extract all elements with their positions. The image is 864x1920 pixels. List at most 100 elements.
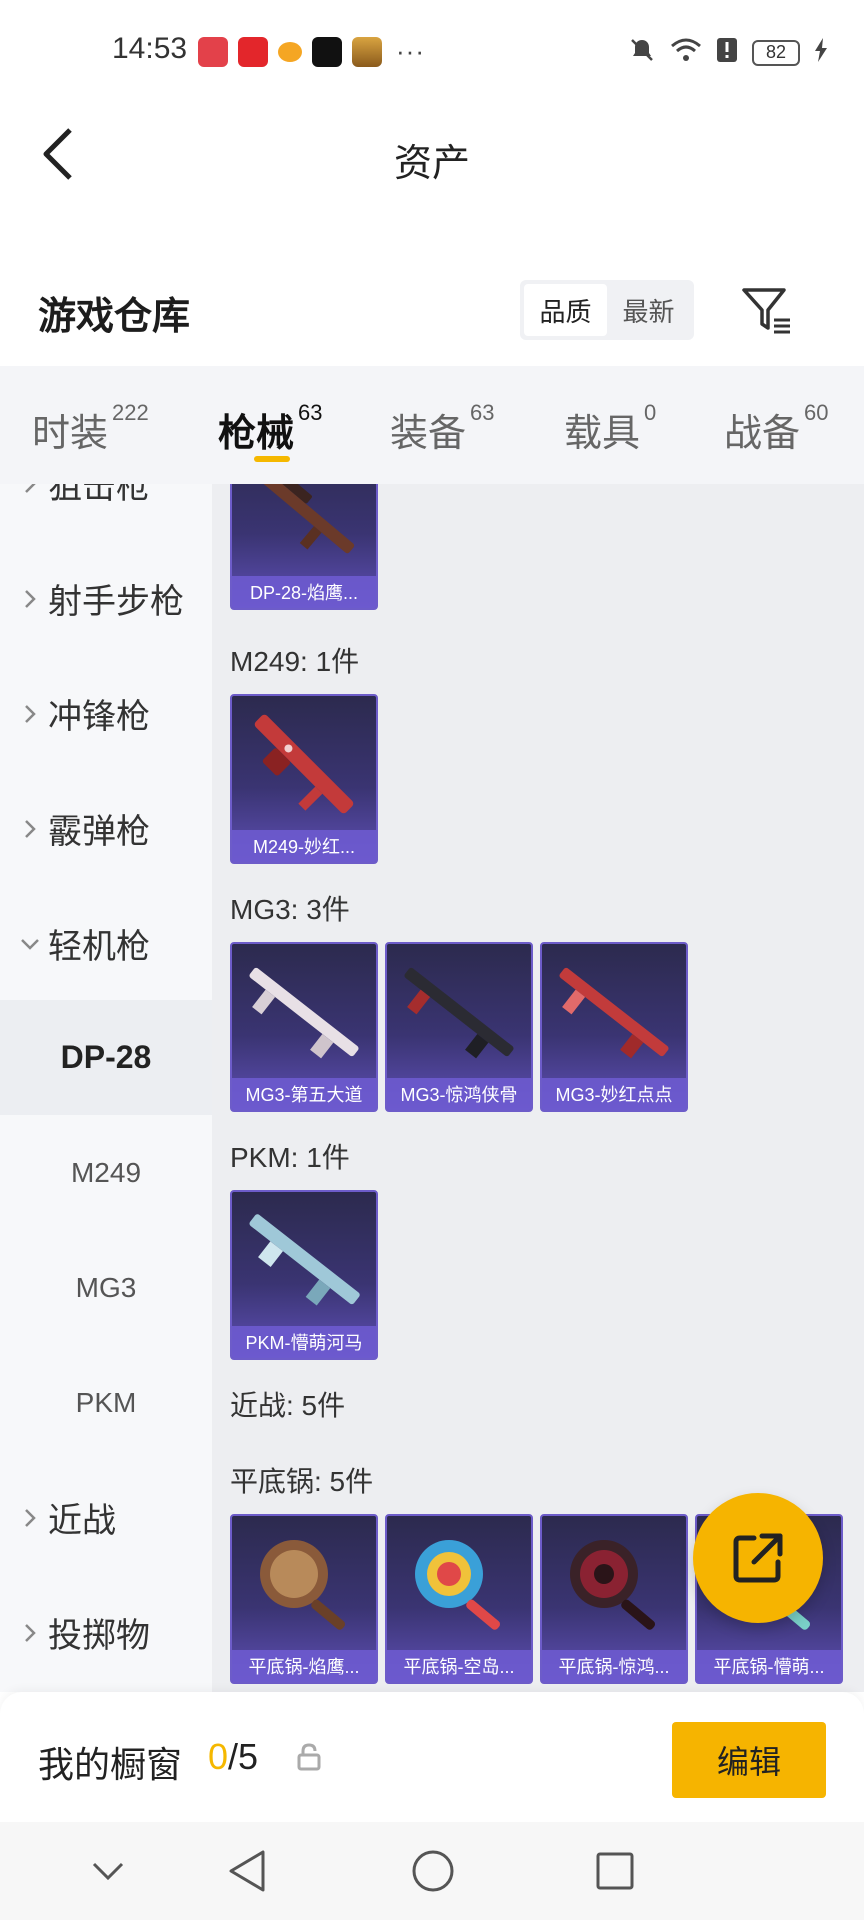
group-label-pkm: PKM: 1件: [230, 1142, 350, 1173]
showcase-current: 0: [208, 1736, 229, 1777]
nav-back-button[interactable]: [222, 1846, 272, 1896]
item-card-caption: PKM-懵萌河马: [232, 1326, 376, 1358]
tab-firearms[interactable]: 枪械63: [218, 400, 323, 457]
tab-count: 60: [804, 400, 829, 425]
tab-supplies[interactable]: 战备60: [724, 400, 829, 457]
group-label-mg3: MG3: 3件: [230, 894, 350, 925]
weapon-type-sidebar: 狙击枪 射手步枪 冲锋枪 霰弹枪 轻机枪 DP-28 M249 MG3 PKM …: [0, 484, 212, 1692]
sidebar-item-lmg[interactable]: 轻机枪: [0, 886, 212, 1001]
huawei-app-icon: [198, 36, 228, 67]
chevron-right-icon: [18, 484, 42, 495]
page-title: 资产: [393, 143, 470, 185]
item-card[interactable]: MG3-第五大道: [230, 942, 378, 1112]
chevron-right-icon: [18, 1507, 42, 1529]
page: 14:53 ··· 82 资产 游戏仓库 品质 最新 时装222 枪械63 装备…: [0, 0, 864, 1920]
item-card[interactable]: PKM-懵萌河马: [230, 1190, 378, 1360]
tab-count: 63: [298, 400, 323, 425]
item-card-caption: 平底锅-空岛...: [387, 1650, 531, 1682]
sidebar-item-sniper[interactable]: 狙击枪: [0, 484, 212, 541]
square-recents-icon: [596, 1852, 634, 1890]
sidebar-subitem-pkm[interactable]: PKM: [0, 1345, 212, 1460]
circle-home-icon: [412, 1850, 454, 1892]
nav-recents-button[interactable]: [590, 1846, 640, 1896]
item-card[interactable]: DP-28-焰鹰...: [230, 484, 378, 610]
chevron-right-icon: [18, 588, 42, 610]
active-tab-indicator: [254, 456, 290, 462]
tab-label: 枪械: [218, 413, 295, 455]
battery-indicator: 82: [752, 39, 800, 66]
tab-label: 装备: [390, 413, 467, 455]
item-card-caption: MG3-第五大道: [232, 1078, 376, 1110]
sidebar-item-shotgun[interactable]: 霰弹枪: [0, 771, 212, 886]
sidebar-subitem-m249[interactable]: M249: [0, 1115, 212, 1230]
share-button[interactable]: [693, 1493, 823, 1623]
item-card[interactable]: 平底锅-焰鹰...: [230, 1514, 378, 1684]
tab-vehicles[interactable]: 载具0: [564, 400, 656, 457]
game-banner-icon: [352, 36, 382, 67]
netease-music-icon: [238, 36, 268, 67]
sidebar-subitem-mg3[interactable]: MG3: [0, 1230, 212, 1345]
item-card[interactable]: 平底锅-惊鸿...: [540, 1514, 688, 1684]
sidebar-item-marksman-rifle[interactable]: 射手步枪: [0, 541, 212, 656]
item-card-caption: M249-妙红...: [232, 830, 376, 862]
sidebar-item-label: 霰弹枪: [48, 813, 150, 851]
item-card-caption: 平底锅-焰鹰...: [232, 1650, 376, 1682]
tab-fashion[interactable]: 时装222: [32, 400, 149, 457]
item-card[interactable]: MG3-妙红点点: [540, 942, 688, 1112]
item-card[interactable]: MG3-惊鸿侠骨: [385, 942, 533, 1112]
showcase-title: 我的橱窗: [38, 1744, 183, 1785]
item-card[interactable]: M249-妙红...: [230, 694, 378, 864]
tiktok-icon: [312, 36, 342, 67]
warehouse-title: 游戏仓库: [38, 296, 191, 338]
item-card-caption: DP-28-焰鹰...: [232, 576, 376, 608]
item-card-caption: 平底锅-懵萌...: [697, 1650, 841, 1682]
hide-keyboard-button[interactable]: [83, 1846, 133, 1896]
status-bar: 14:53 ··· 82: [0, 0, 864, 104]
system-nav-bar: [0, 1822, 864, 1920]
edit-showcase-button[interactable]: 编辑: [672, 1722, 826, 1798]
chevron-right-icon: [18, 818, 42, 840]
category-tabs: 时装222 枪械63 装备63 载具0 战备60: [0, 366, 864, 484]
sidebar-item-label: 轻机枪: [48, 928, 150, 966]
wifi-icon: [670, 37, 702, 68]
m249-skin-image: [254, 714, 354, 814]
charging-icon: [814, 38, 828, 67]
sidebar-item-melee[interactable]: 近战: [0, 1460, 212, 1575]
pan-skin-image: [260, 1540, 346, 1630]
status-right: 82: [628, 36, 828, 69]
mute-icon: [628, 36, 656, 69]
status-app-icons: ···: [198, 36, 425, 67]
sidebar-item-label: 近战: [48, 1502, 116, 1540]
sidebar-item-smg[interactable]: 冲锋枪: [0, 656, 212, 771]
mg3-skin-image: [404, 967, 514, 1059]
showcase-count: 0/5: [208, 1736, 258, 1778]
tab-count: 222: [112, 400, 149, 425]
item-card-caption: MG3-妙红点点: [542, 1078, 686, 1110]
nav-home-button[interactable]: [408, 1846, 458, 1896]
showcase-bar: 我的橱窗 0/5 编辑: [0, 1692, 864, 1822]
filter-button[interactable]: [738, 282, 794, 338]
group-label-pan: 平底锅: 5件: [230, 1466, 374, 1497]
group-label-m249: M249: 1件: [230, 646, 360, 677]
tab-label: 战备: [724, 413, 801, 455]
group-label-melee: 近战: 5件: [230, 1390, 346, 1421]
filter-icon: [742, 288, 790, 334]
sort-toggle: 品质 最新: [520, 280, 694, 340]
tab-label: 载具: [564, 413, 641, 455]
sidebar-item-label: 冲锋枪: [48, 698, 150, 736]
sort-by-quality[interactable]: 品质: [524, 284, 607, 336]
chevron-down-icon: [18, 937, 42, 951]
sort-by-newest[interactable]: 最新: [607, 284, 690, 336]
mg3-skin-image: [249, 967, 359, 1059]
item-card-caption: 平底锅-惊鸿...: [542, 1650, 686, 1682]
lock-icon: [297, 1743, 321, 1771]
tab-equipment[interactable]: 装备63: [390, 400, 495, 457]
chevron-right-icon: [18, 1622, 42, 1644]
sidebar-item-throwables[interactable]: 投掷物: [0, 1575, 212, 1690]
sidebar-item-label: 狙击枪: [48, 484, 150, 506]
item-card[interactable]: 平底锅-空岛...: [385, 1514, 533, 1684]
sidebar-item-label: 射手步枪: [48, 583, 184, 621]
showcase-total: /5: [228, 1736, 259, 1777]
pkm-skin-image: [249, 1214, 360, 1306]
sidebar-subitem-dp28[interactable]: DP-28: [0, 1000, 212, 1115]
